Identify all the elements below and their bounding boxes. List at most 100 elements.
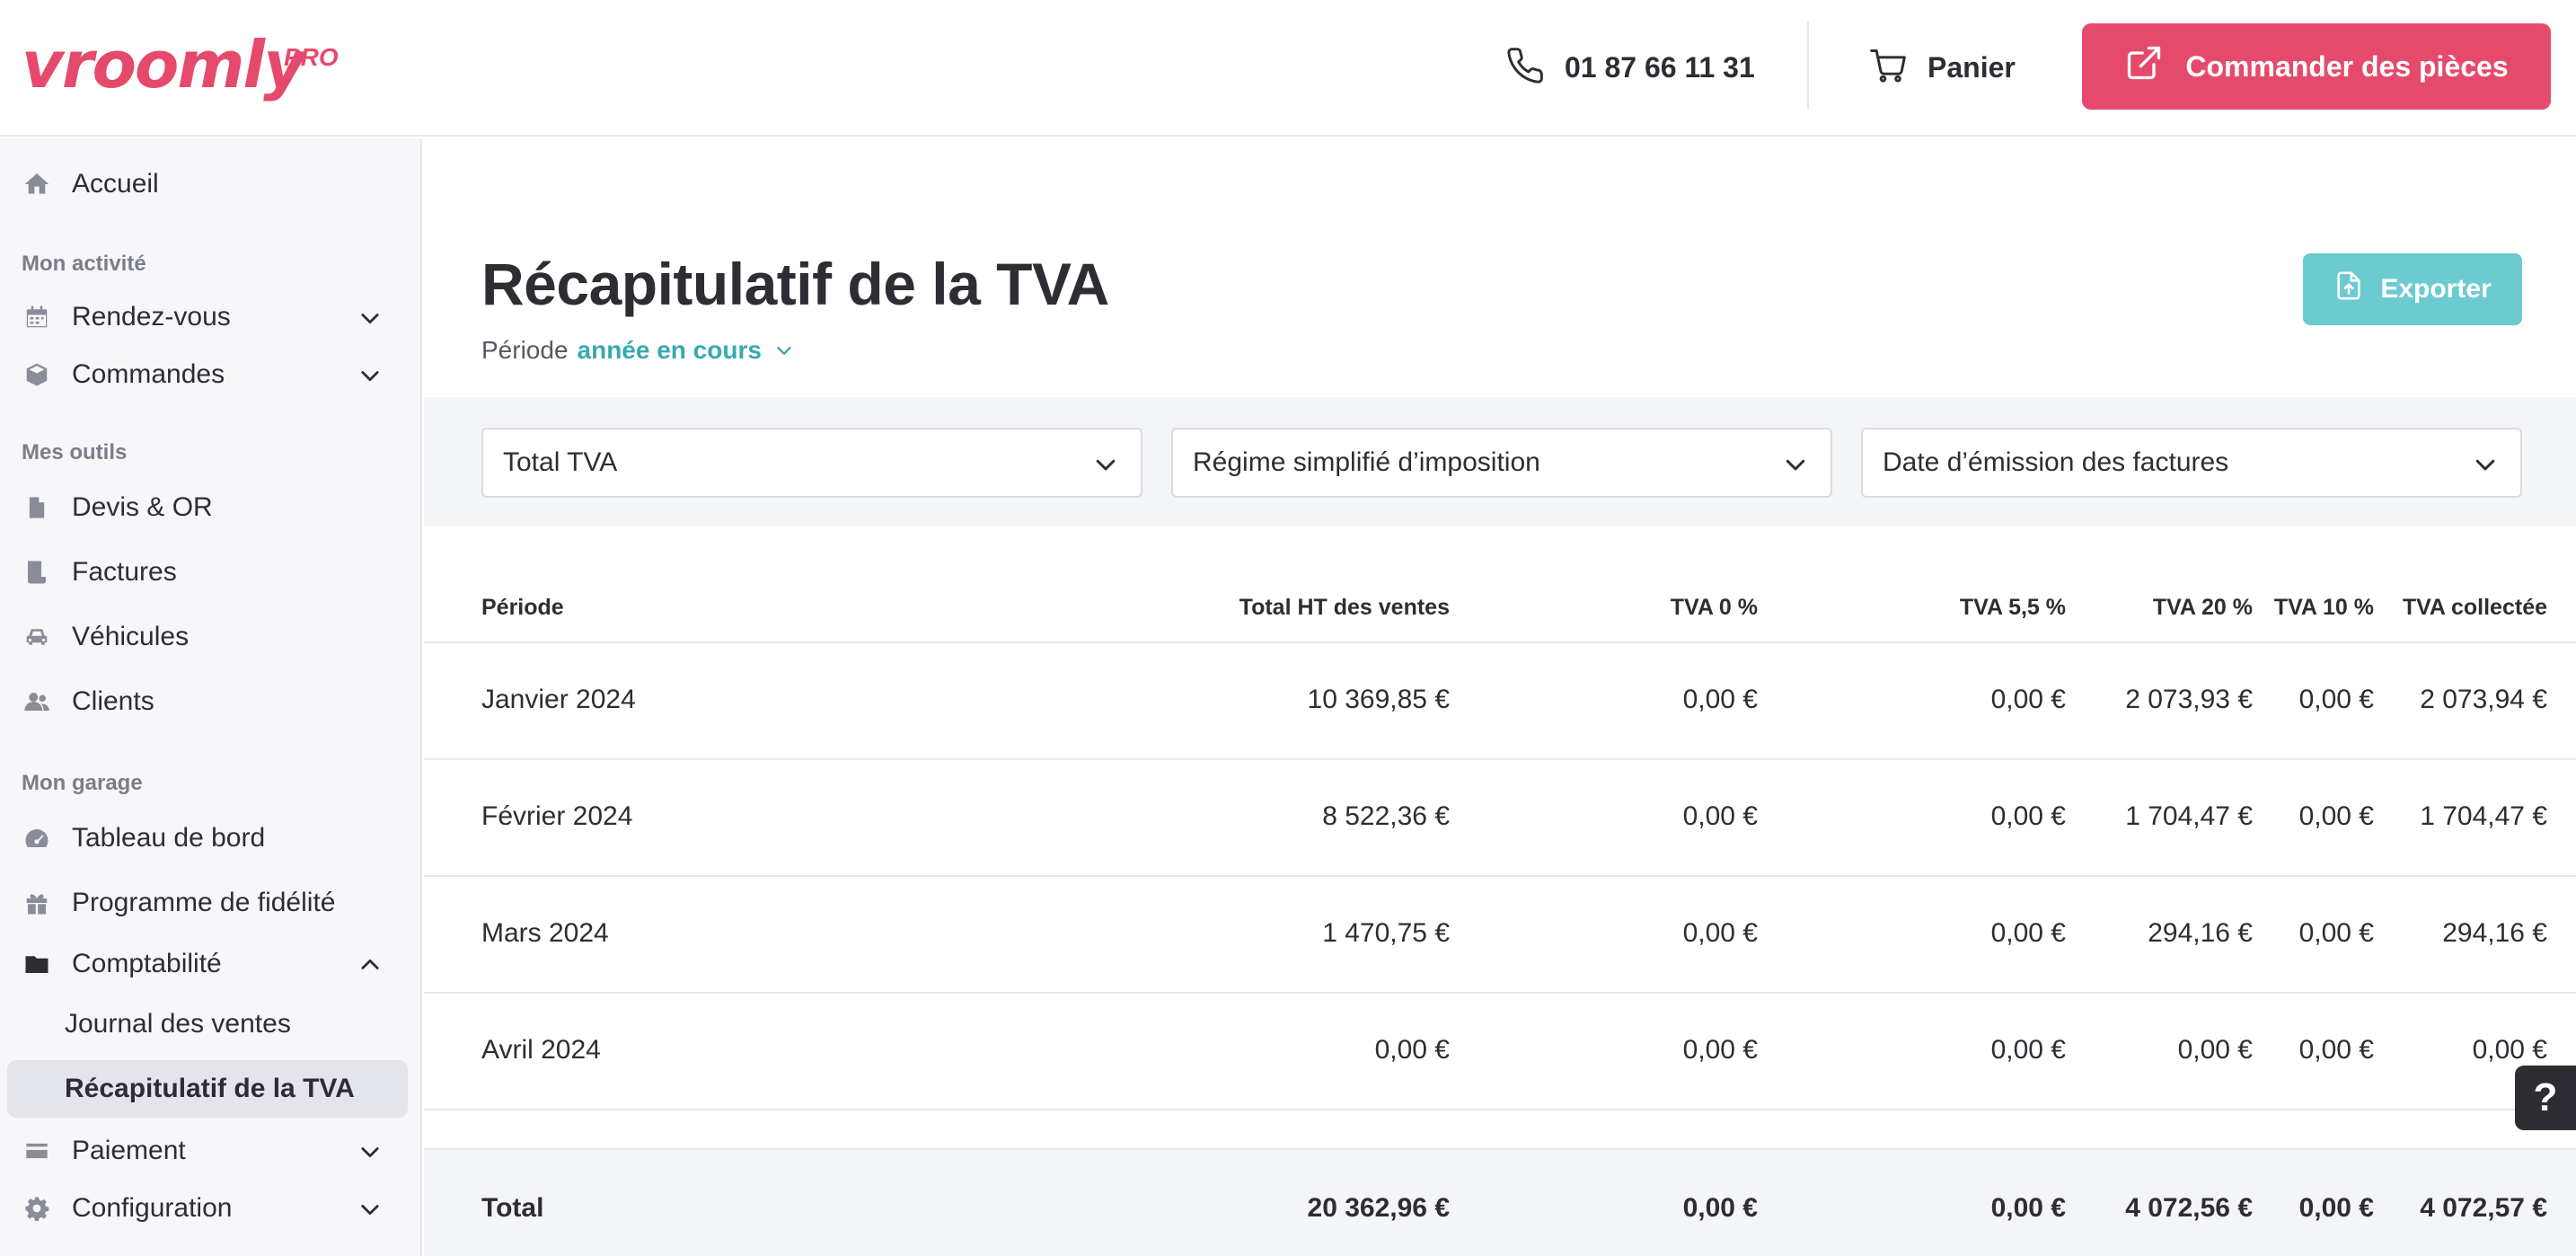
- total-ht: 20 362,96 €: [1307, 1193, 1450, 1223]
- tax-regime-select[interactable]: Régime simplifié d’imposition: [1171, 428, 1832, 498]
- sidebar: Accueil Mon activité Rendez-vous Command…: [0, 138, 422, 1256]
- chevron-down-icon: [361, 314, 379, 324]
- filters-bar: Total TVA Régime simplifié d’imposition …: [424, 397, 2576, 526]
- cart-link[interactable]: Panier: [1868, 36, 2016, 99]
- cell-vat-10: 0,00 €: [2298, 801, 2374, 831]
- chevron-down-icon: [361, 1205, 379, 1216]
- cell-vat-20: 2 073,93 €: [2125, 685, 2253, 714]
- period-dropdown[interactable]: année en cours: [578, 336, 794, 365]
- logo[interactable]: vroomly PRO: [22, 27, 339, 108]
- chevron-down-icon: [1786, 459, 1805, 471]
- document-icon: [22, 492, 52, 523]
- table-row: Mars 2024 1 470,75 € 0,00 € 0,00 € 0,00 …: [424, 877, 2576, 994]
- cell-vat-0: 0,00 €: [1682, 685, 1758, 714]
- sidebar-item-label: Comptabilité: [72, 949, 222, 978]
- cell-period: Février 2024: [481, 801, 633, 831]
- total-vat-0: 0,00 €: [1682, 1193, 1758, 1223]
- gift-icon: [22, 888, 52, 918]
- gauge-icon: [22, 823, 52, 854]
- sidebar-item-label: Factures: [72, 557, 177, 587]
- period-value: année en cours: [577, 336, 762, 364]
- section-title-tools: Mes outils: [22, 440, 128, 464]
- cell-vat-collected: 294,16 €: [2442, 918, 2547, 948]
- sidebar-item-configuration[interactable]: Configuration: [7, 1181, 408, 1236]
- users-icon: [22, 686, 52, 717]
- table-total-row: Total 20 362,96 € 0,00 € 0,00 € 0,00 € 4…: [424, 1148, 2576, 1256]
- sidebar-item-accounting[interactable]: Comptabilité: [7, 936, 408, 992]
- gear-icon: [22, 1193, 52, 1224]
- column-header: TVA 0 %: [1670, 595, 1758, 620]
- total-vat-5-5: 0,00 €: [1990, 1193, 2066, 1223]
- total-vat-20: 4 072,56 €: [2125, 1193, 2253, 1223]
- vat-type-select[interactable]: Total TVA: [481, 428, 1142, 498]
- export-label: Exporter: [2380, 274, 2492, 304]
- chevron-down-icon: [361, 371, 379, 382]
- calendar-icon: [22, 302, 52, 332]
- export-button[interactable]: Exporter: [2303, 253, 2522, 325]
- order-parts-label: Commander des pièces: [2185, 49, 2509, 83]
- section-title-garage: Mon garage: [22, 771, 143, 795]
- logo-text: vroomly: [22, 27, 305, 102]
- help-button[interactable]: ?: [2515, 1066, 2576, 1130]
- sidebar-subitem-vat-summary[interactable]: Récapitulatif de la TVA: [7, 1060, 408, 1118]
- order-parts-button[interactable]: Commander des pièces: [2082, 23, 2551, 110]
- sidebar-item-label: Programme de fidélité: [72, 888, 336, 917]
- cart-label: Panier: [1928, 50, 2016, 84]
- box-icon: [22, 359, 52, 390]
- car-icon: [22, 622, 52, 652]
- sidebar-item-label: Paiement: [72, 1136, 186, 1165]
- cart-icon: [1868, 46, 1908, 90]
- sidebar-item-label: Rendez-vous: [72, 302, 231, 332]
- file-upload-icon: [2333, 269, 2364, 310]
- select-value: Régime simplifié d’imposition: [1193, 447, 1540, 477]
- sidebar-item-loyalty[interactable]: Programme de fidélité: [7, 875, 408, 931]
- period-selector: Période année en cours: [481, 336, 794, 365]
- sidebar-item-invoices[interactable]: Factures: [7, 544, 408, 600]
- sidebar-item-label: Tableau de bord: [72, 823, 266, 853]
- sidebar-item-appointments[interactable]: Rendez-vous: [7, 289, 408, 345]
- sidebar-item-dashboard[interactable]: Tableau de bord: [7, 810, 408, 866]
- select-value: Total TVA: [503, 447, 618, 477]
- page-title: Récapitulatif de la TVA: [481, 251, 1109, 317]
- sidebar-item-vehicles[interactable]: Véhicules: [7, 609, 408, 665]
- period-label: Période: [481, 336, 569, 364]
- sidebar-item-label: Commandes: [72, 359, 225, 389]
- cell-total-ht: 10 369,85 €: [1307, 685, 1450, 714]
- chevron-down-icon: [2475, 459, 2495, 471]
- sidebar-item-quotes[interactable]: Devis & OR: [7, 480, 408, 535]
- cell-vat-5-5: 0,00 €: [1990, 801, 2066, 831]
- header-divider: [1807, 22, 1809, 110]
- cell-vat-collected: 0,00 €: [2472, 1035, 2547, 1065]
- phone-contact[interactable]: 01 87 66 11 31: [1505, 36, 1755, 99]
- sidebar-item-clients[interactable]: Clients: [7, 674, 408, 730]
- cell-period: Mars 2024: [481, 918, 609, 948]
- logo-pro-badge: PRO: [284, 43, 339, 71]
- cell-vat-10: 0,00 €: [2298, 685, 2374, 714]
- sidebar-item-label: Devis & OR: [72, 492, 213, 522]
- table-row: Avril 2024 0,00 € 0,00 € 0,00 € 0,00 € 0…: [424, 994, 2576, 1110]
- phone-number: 01 87 66 11 31: [1565, 50, 1755, 84]
- section-title-activity: Mon activité: [22, 252, 146, 276]
- cell-period: Avril 2024: [481, 1035, 601, 1065]
- cell-total-ht: 8 522,36 €: [1322, 801, 1450, 831]
- table-row: Février 2024 8 522,36 € 0,00 € 0,00 € 0,…: [424, 760, 2576, 877]
- sidebar-item-label: Accueil: [72, 169, 159, 199]
- cell-vat-20: 294,16 €: [2148, 918, 2253, 948]
- cell-vat-5-5: 0,00 €: [1990, 1035, 2066, 1065]
- table-row: Janvier 2024 10 369,85 € 0,00 € 0,00 € 0…: [424, 643, 2576, 760]
- total-label: Total: [481, 1193, 544, 1223]
- sidebar-item-home[interactable]: Accueil: [7, 156, 408, 212]
- sidebar-subitem-sales-journal[interactable]: Journal des ventes: [7, 995, 408, 1053]
- credit-card-icon: [22, 1136, 52, 1166]
- sidebar-item-orders[interactable]: Commandes: [7, 347, 408, 402]
- cell-total-ht: 1 470,75 €: [1322, 918, 1450, 948]
- select-value: Date d’émission des factures: [1883, 447, 2229, 477]
- cell-vat-0: 0,00 €: [1682, 1035, 1758, 1065]
- column-header: TVA 10 %: [2273, 595, 2374, 620]
- sidebar-item-label: Véhicules: [72, 622, 190, 651]
- date-type-select[interactable]: Date d’émission des factures: [1861, 428, 2522, 498]
- top-header: vroomly PRO 01 87 66 11 31 Panier Comman…: [0, 0, 2576, 137]
- sidebar-item-payment[interactable]: Paiement: [7, 1123, 408, 1179]
- chevron-down-icon: [777, 347, 791, 355]
- chevron-down-icon: [1096, 459, 1116, 471]
